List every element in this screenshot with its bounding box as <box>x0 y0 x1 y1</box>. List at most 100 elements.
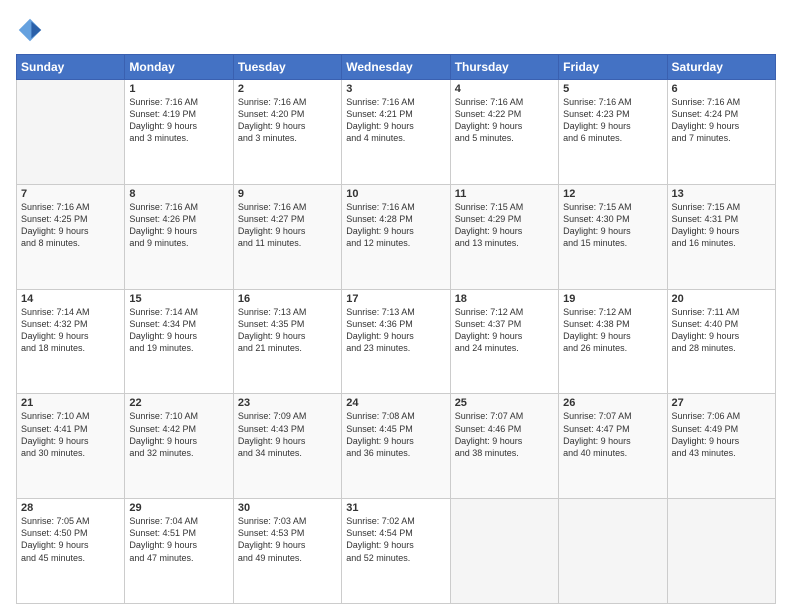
calendar-cell <box>17 80 125 185</box>
calendar-cell: 9Sunrise: 7:16 AMSunset: 4:27 PMDaylight… <box>233 184 341 289</box>
cell-content: Sunrise: 7:06 AMSunset: 4:49 PMDaylight:… <box>672 410 771 459</box>
calendar-cell: 25Sunrise: 7:07 AMSunset: 4:46 PMDayligh… <box>450 394 558 499</box>
cell-content: Sunrise: 7:09 AMSunset: 4:43 PMDaylight:… <box>238 410 337 459</box>
day-number: 14 <box>21 293 120 305</box>
weekday-header: Tuesday <box>233 55 341 80</box>
cell-content: Sunrise: 7:03 AMSunset: 4:53 PMDaylight:… <box>238 515 337 564</box>
calendar-cell: 19Sunrise: 7:12 AMSunset: 4:38 PMDayligh… <box>559 289 667 394</box>
cell-content: Sunrise: 7:13 AMSunset: 4:36 PMDaylight:… <box>346 306 445 355</box>
weekday-header: Sunday <box>17 55 125 80</box>
day-number: 17 <box>346 293 445 305</box>
weekday-header: Wednesday <box>342 55 450 80</box>
weekday-header: Saturday <box>667 55 775 80</box>
calendar-week-row: 14Sunrise: 7:14 AMSunset: 4:32 PMDayligh… <box>17 289 776 394</box>
calendar-cell: 14Sunrise: 7:14 AMSunset: 4:32 PMDayligh… <box>17 289 125 394</box>
cell-content: Sunrise: 7:16 AMSunset: 4:21 PMDaylight:… <box>346 96 445 145</box>
cell-content: Sunrise: 7:16 AMSunset: 4:20 PMDaylight:… <box>238 96 337 145</box>
cell-content: Sunrise: 7:16 AMSunset: 4:24 PMDaylight:… <box>672 96 771 145</box>
cell-content: Sunrise: 7:07 AMSunset: 4:46 PMDaylight:… <box>455 410 554 459</box>
cell-content: Sunrise: 7:13 AMSunset: 4:35 PMDaylight:… <box>238 306 337 355</box>
calendar-cell: 6Sunrise: 7:16 AMSunset: 4:24 PMDaylight… <box>667 80 775 185</box>
day-number: 12 <box>563 188 662 200</box>
calendar-cell: 8Sunrise: 7:16 AMSunset: 4:26 PMDaylight… <box>125 184 233 289</box>
calendar-cell: 22Sunrise: 7:10 AMSunset: 4:42 PMDayligh… <box>125 394 233 499</box>
day-number: 26 <box>563 397 662 409</box>
cell-content: Sunrise: 7:04 AMSunset: 4:51 PMDaylight:… <box>129 515 228 564</box>
calendar-cell: 30Sunrise: 7:03 AMSunset: 4:53 PMDayligh… <box>233 499 341 604</box>
day-number: 2 <box>238 83 337 95</box>
calendar-cell <box>450 499 558 604</box>
calendar-cell: 7Sunrise: 7:16 AMSunset: 4:25 PMDaylight… <box>17 184 125 289</box>
cell-content: Sunrise: 7:05 AMSunset: 4:50 PMDaylight:… <box>21 515 120 564</box>
cell-content: Sunrise: 7:15 AMSunset: 4:30 PMDaylight:… <box>563 201 662 250</box>
day-number: 30 <box>238 502 337 514</box>
day-number: 31 <box>346 502 445 514</box>
cell-content: Sunrise: 7:08 AMSunset: 4:45 PMDaylight:… <box>346 410 445 459</box>
day-number: 28 <box>21 502 120 514</box>
calendar-cell: 3Sunrise: 7:16 AMSunset: 4:21 PMDaylight… <box>342 80 450 185</box>
day-number: 15 <box>129 293 228 305</box>
calendar-cell: 15Sunrise: 7:14 AMSunset: 4:34 PMDayligh… <box>125 289 233 394</box>
cell-content: Sunrise: 7:11 AMSunset: 4:40 PMDaylight:… <box>672 306 771 355</box>
day-number: 11 <box>455 188 554 200</box>
calendar-cell: 2Sunrise: 7:16 AMSunset: 4:20 PMDaylight… <box>233 80 341 185</box>
day-number: 22 <box>129 397 228 409</box>
header <box>16 16 776 44</box>
calendar-cell: 23Sunrise: 7:09 AMSunset: 4:43 PMDayligh… <box>233 394 341 499</box>
day-number: 1 <box>129 83 228 95</box>
cell-content: Sunrise: 7:16 AMSunset: 4:22 PMDaylight:… <box>455 96 554 145</box>
day-number: 19 <box>563 293 662 305</box>
calendar-cell: 11Sunrise: 7:15 AMSunset: 4:29 PMDayligh… <box>450 184 558 289</box>
day-number: 20 <box>672 293 771 305</box>
day-number: 23 <box>238 397 337 409</box>
cell-content: Sunrise: 7:14 AMSunset: 4:34 PMDaylight:… <box>129 306 228 355</box>
calendar-cell: 21Sunrise: 7:10 AMSunset: 4:41 PMDayligh… <box>17 394 125 499</box>
day-number: 7 <box>21 188 120 200</box>
calendar-cell: 13Sunrise: 7:15 AMSunset: 4:31 PMDayligh… <box>667 184 775 289</box>
day-number: 6 <box>672 83 771 95</box>
calendar-cell: 17Sunrise: 7:13 AMSunset: 4:36 PMDayligh… <box>342 289 450 394</box>
cell-content: Sunrise: 7:16 AMSunset: 4:23 PMDaylight:… <box>563 96 662 145</box>
day-number: 8 <box>129 188 228 200</box>
day-number: 13 <box>672 188 771 200</box>
calendar-cell: 26Sunrise: 7:07 AMSunset: 4:47 PMDayligh… <box>559 394 667 499</box>
calendar-cell: 29Sunrise: 7:04 AMSunset: 4:51 PMDayligh… <box>125 499 233 604</box>
day-number: 5 <box>563 83 662 95</box>
calendar-cell: 16Sunrise: 7:13 AMSunset: 4:35 PMDayligh… <box>233 289 341 394</box>
calendar-week-row: 1Sunrise: 7:16 AMSunset: 4:19 PMDaylight… <box>17 80 776 185</box>
day-number: 24 <box>346 397 445 409</box>
cell-content: Sunrise: 7:02 AMSunset: 4:54 PMDaylight:… <box>346 515 445 564</box>
cell-content: Sunrise: 7:12 AMSunset: 4:38 PMDaylight:… <box>563 306 662 355</box>
logo <box>16 16 48 44</box>
calendar-cell: 5Sunrise: 7:16 AMSunset: 4:23 PMDaylight… <box>559 80 667 185</box>
calendar-cell: 27Sunrise: 7:06 AMSunset: 4:49 PMDayligh… <box>667 394 775 499</box>
calendar-week-row: 7Sunrise: 7:16 AMSunset: 4:25 PMDaylight… <box>17 184 776 289</box>
cell-content: Sunrise: 7:16 AMSunset: 4:26 PMDaylight:… <box>129 201 228 250</box>
day-number: 25 <box>455 397 554 409</box>
day-number: 16 <box>238 293 337 305</box>
calendar-cell: 1Sunrise: 7:16 AMSunset: 4:19 PMDaylight… <box>125 80 233 185</box>
calendar-cell: 12Sunrise: 7:15 AMSunset: 4:30 PMDayligh… <box>559 184 667 289</box>
weekday-header: Monday <box>125 55 233 80</box>
calendar-cell: 4Sunrise: 7:16 AMSunset: 4:22 PMDaylight… <box>450 80 558 185</box>
day-number: 27 <box>672 397 771 409</box>
cell-content: Sunrise: 7:10 AMSunset: 4:41 PMDaylight:… <box>21 410 120 459</box>
day-number: 4 <box>455 83 554 95</box>
day-number: 3 <box>346 83 445 95</box>
calendar-week-row: 28Sunrise: 7:05 AMSunset: 4:50 PMDayligh… <box>17 499 776 604</box>
cell-content: Sunrise: 7:16 AMSunset: 4:19 PMDaylight:… <box>129 96 228 145</box>
calendar-cell: 24Sunrise: 7:08 AMSunset: 4:45 PMDayligh… <box>342 394 450 499</box>
day-number: 21 <box>21 397 120 409</box>
cell-content: Sunrise: 7:16 AMSunset: 4:25 PMDaylight:… <box>21 201 120 250</box>
cell-content: Sunrise: 7:12 AMSunset: 4:37 PMDaylight:… <box>455 306 554 355</box>
calendar-cell <box>667 499 775 604</box>
day-number: 10 <box>346 188 445 200</box>
cell-content: Sunrise: 7:15 AMSunset: 4:31 PMDaylight:… <box>672 201 771 250</box>
calendar-cell: 31Sunrise: 7:02 AMSunset: 4:54 PMDayligh… <box>342 499 450 604</box>
logo-icon <box>16 16 44 44</box>
calendar-cell: 28Sunrise: 7:05 AMSunset: 4:50 PMDayligh… <box>17 499 125 604</box>
calendar-cell <box>559 499 667 604</box>
calendar-cell: 20Sunrise: 7:11 AMSunset: 4:40 PMDayligh… <box>667 289 775 394</box>
calendar-cell: 18Sunrise: 7:12 AMSunset: 4:37 PMDayligh… <box>450 289 558 394</box>
cell-content: Sunrise: 7:15 AMSunset: 4:29 PMDaylight:… <box>455 201 554 250</box>
